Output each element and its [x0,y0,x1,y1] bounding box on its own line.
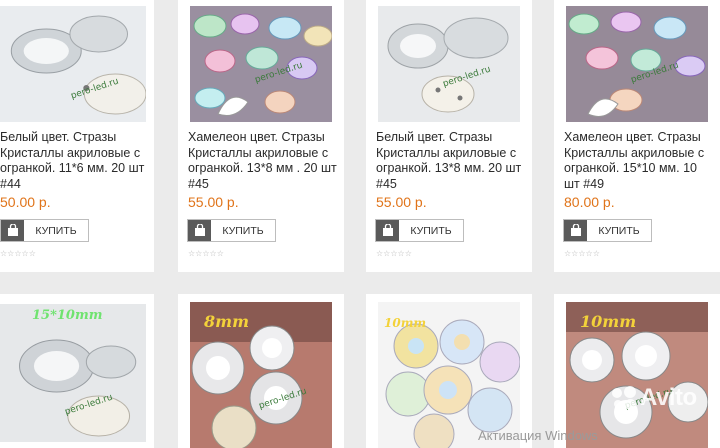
rating-stars[interactable]: ☆☆☆☆☆ [376,249,412,258]
buy-button-label: КУПИТЬ [410,224,452,237]
avito-logo: Avito [612,384,697,412]
product-photo[interactable] [378,6,520,122]
avito-wordmark: Avito [640,384,697,411]
product-photo[interactable] [0,304,146,442]
product-photo[interactable] [190,6,332,122]
product-card-1[interactable]: pero-led.ru Белый цвет. Стразы Кристаллы… [0,0,154,272]
product-price: 80.00 р. [564,194,615,210]
product-photo[interactable] [0,6,146,122]
shopping-bag-icon [188,220,211,241]
rating-stars[interactable]: ☆☆☆☆☆ [564,249,600,258]
product-title[interactable]: Белый цвет. Стразы Кристаллы акриловые с… [0,130,152,192]
buy-button-label: КУПИТЬ [222,224,264,237]
rating-stars[interactable]: ☆☆☆☆☆ [0,249,36,258]
product-card-3[interactable]: pero-led.ru Белый цвет. Стразы Кристаллы… [366,0,532,272]
product-title[interactable]: Белый цвет. Стразы Кристаллы акриловые с… [376,130,528,192]
size-overlay: 8mm [204,312,249,331]
rating-stars[interactable]: ☆☆☆☆☆ [188,249,224,258]
product-card-6[interactable]: 8mm pero-led.ru [178,294,344,448]
product-card-2[interactable]: pero-led.ru Хамелеон цвет. Стразы Криста… [178,0,344,272]
buy-button[interactable]: КУПИТЬ [375,219,464,242]
product-title[interactable]: Хамелеон цвет. Стразы Кристаллы акриловы… [188,130,340,192]
size-overlay: 15*10mm [32,308,103,323]
product-card-8[interactable]: 10mm pero-led.ru [554,294,720,448]
buy-button-label: КУПИТЬ [598,224,640,237]
product-price: 50.00 р. [0,194,51,210]
product-card-7[interactable]: 10mm [366,294,532,448]
buy-button[interactable]: КУПИТЬ [563,219,652,242]
shopping-bag-icon [564,220,587,241]
product-card-4[interactable]: pero-led.ru Хамелеон цвет. Стразы Криста… [554,0,720,272]
product-title[interactable]: Хамелеон цвет. Стразы Кристаллы акриловы… [564,130,716,192]
product-price: 55.00 р. [188,194,239,210]
size-overlay: 10mm [384,316,427,330]
windows-activation-notice: Активация Windows [478,428,598,443]
product-card-5[interactable]: 15*10mm pero-led.ru [0,294,154,448]
buy-button[interactable]: КУПИТЬ [0,219,89,242]
avito-dots-icon [612,386,636,410]
buy-button-label: КУПИТЬ [35,224,77,237]
product-price: 55.00 р. [376,194,427,210]
shopping-bag-icon [1,220,24,241]
size-overlay: 10mm [580,312,637,331]
shopping-bag-icon [376,220,399,241]
buy-button[interactable]: КУПИТЬ [187,219,276,242]
product-photo[interactable] [566,6,708,122]
